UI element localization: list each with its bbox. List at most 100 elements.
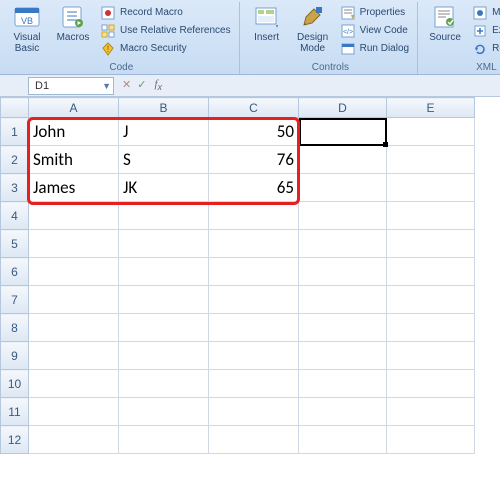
cell-B12[interactable] — [119, 426, 209, 454]
cell-C12[interactable] — [209, 426, 299, 454]
col-header-E[interactable]: E — [387, 98, 475, 118]
cell-A4[interactable] — [29, 202, 119, 230]
cell-E9[interactable] — [387, 342, 475, 370]
cell-E8[interactable] — [387, 314, 475, 342]
cell-D10[interactable] — [299, 370, 387, 398]
cell-A5[interactable] — [29, 230, 119, 258]
cell-D4[interactable] — [299, 202, 387, 230]
use-relative-button[interactable]: Use Relative References — [98, 22, 233, 39]
cell-B11[interactable] — [119, 398, 209, 426]
row-header-7[interactable]: 7 — [1, 286, 29, 314]
fx-icon[interactable]: fx — [152, 78, 162, 92]
cell-A6[interactable] — [29, 258, 119, 286]
source-button[interactable]: Source — [424, 2, 466, 60]
name-box[interactable]: D1 ▼ — [28, 77, 114, 95]
cell-D1[interactable] — [299, 118, 387, 146]
cell-A7[interactable] — [29, 286, 119, 314]
cell-B2[interactable]: S — [119, 146, 209, 174]
row-header-1[interactable]: 1 — [1, 118, 29, 146]
cancel-icon[interactable]: ✕ — [122, 78, 131, 92]
cell-E11[interactable] — [387, 398, 475, 426]
cell-C10[interactable] — [209, 370, 299, 398]
formula-bar: D1 ▼ ✕ ✓ fx — [0, 75, 500, 97]
macro-security-button[interactable]: ! Macro Security — [98, 40, 233, 57]
cell-B3[interactable]: JK — [119, 174, 209, 202]
row-header-3[interactable]: 3 — [1, 174, 29, 202]
cell-B7[interactable] — [119, 286, 209, 314]
col-header-C[interactable]: C — [209, 98, 299, 118]
cell-C11[interactable] — [209, 398, 299, 426]
cell-B8[interactable] — [119, 314, 209, 342]
cell-B10[interactable] — [119, 370, 209, 398]
col-header-A[interactable]: A — [29, 98, 119, 118]
cell-A10[interactable] — [29, 370, 119, 398]
cell-A12[interactable] — [29, 426, 119, 454]
insert-button[interactable]: Insert — [246, 2, 288, 60]
cell-E2[interactable] — [387, 146, 475, 174]
row-header-10[interactable]: 10 — [1, 370, 29, 398]
cell-E5[interactable] — [387, 230, 475, 258]
design-mode-button[interactable]: Design Mode — [292, 2, 334, 60]
cell-D7[interactable] — [299, 286, 387, 314]
cell-C4[interactable] — [209, 202, 299, 230]
cell-D9[interactable] — [299, 342, 387, 370]
row-header-2[interactable]: 2 — [1, 146, 29, 174]
cell-E10[interactable] — [387, 370, 475, 398]
cell-D6[interactable] — [299, 258, 387, 286]
cell-D12[interactable] — [299, 426, 387, 454]
macros-button[interactable]: Macros — [52, 2, 94, 60]
visual-basic-button[interactable]: VB Visual Basic — [6, 2, 48, 60]
run-dialog-button[interactable]: Run Dialog — [338, 40, 411, 57]
row-header-9[interactable]: 9 — [1, 342, 29, 370]
enter-icon[interactable]: ✓ — [137, 78, 146, 92]
cell-D2[interactable] — [299, 146, 387, 174]
properties-button[interactable]: Properties — [338, 4, 411, 21]
cell-B9[interactable] — [119, 342, 209, 370]
col-header-B[interactable]: B — [119, 98, 209, 118]
col-header-D[interactable]: D — [299, 98, 387, 118]
row-header-8[interactable]: 8 — [1, 314, 29, 342]
view-code-button[interactable]: </> View Code — [338, 22, 411, 39]
cell-C9[interactable] — [209, 342, 299, 370]
cell-C6[interactable] — [209, 258, 299, 286]
cell-C8[interactable] — [209, 314, 299, 342]
cell-A11[interactable] — [29, 398, 119, 426]
cell-E4[interactable] — [387, 202, 475, 230]
cell-B4[interactable] — [119, 202, 209, 230]
row-header-11[interactable]: 11 — [1, 398, 29, 426]
row-header-12[interactable]: 12 — [1, 426, 29, 454]
cell-A2[interactable]: Smith — [29, 146, 119, 174]
cell-D11[interactable] — [299, 398, 387, 426]
cell-C5[interactable] — [209, 230, 299, 258]
cell-E6[interactable] — [387, 258, 475, 286]
cell-E12[interactable] — [387, 426, 475, 454]
map-properties-button[interactable]: Map Prope — [470, 4, 500, 21]
cell-A8[interactable] — [29, 314, 119, 342]
cell-D3[interactable] — [299, 174, 387, 202]
cell-B1[interactable]: J — [119, 118, 209, 146]
expansion-packs-button[interactable]: Expansion — [470, 22, 500, 39]
cell-C1[interactable]: 50 — [209, 118, 299, 146]
cell-B6[interactable] — [119, 258, 209, 286]
cell-C3[interactable]: 65 — [209, 174, 299, 202]
row-header-5[interactable]: 5 — [1, 230, 29, 258]
map-properties-icon — [472, 5, 488, 21]
cell-C7[interactable] — [209, 286, 299, 314]
cell-B5[interactable] — [119, 230, 209, 258]
select-all-corner[interactable] — [1, 98, 29, 118]
cell-E7[interactable] — [387, 286, 475, 314]
cell-E1[interactable] — [387, 118, 475, 146]
row-header-6[interactable]: 6 — [1, 258, 29, 286]
row-header-4[interactable]: 4 — [1, 202, 29, 230]
cell-D5[interactable] — [299, 230, 387, 258]
cell-E3[interactable] — [387, 174, 475, 202]
cell-A1[interactable]: John — [29, 118, 119, 146]
cell-D8[interactable] — [299, 314, 387, 342]
cell-A9[interactable] — [29, 342, 119, 370]
record-macro-button[interactable]: Record Macro — [98, 4, 233, 21]
sheet-table[interactable]: A B C D E 1 John J 50 2 Smith S 76 3 Jam… — [0, 97, 475, 454]
name-box-dropdown-icon[interactable]: ▼ — [102, 81, 111, 91]
cell-C2[interactable]: 76 — [209, 146, 299, 174]
refresh-data-button[interactable]: Refresh Da — [470, 40, 500, 57]
cell-A3[interactable]: James — [29, 174, 119, 202]
